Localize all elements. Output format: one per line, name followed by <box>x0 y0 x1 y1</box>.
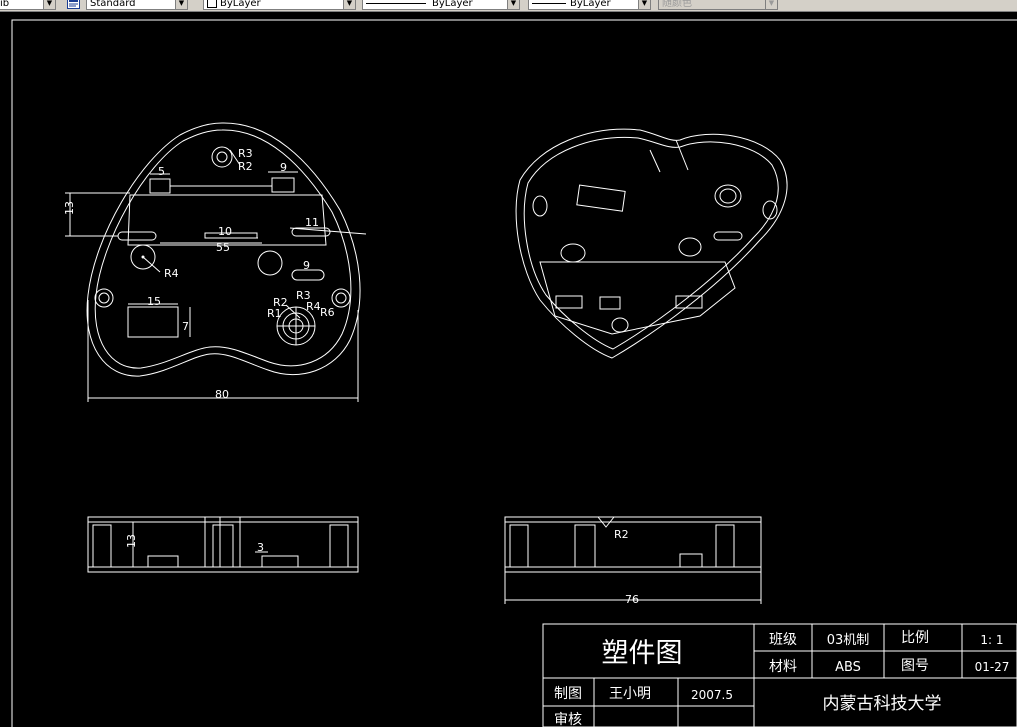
material-label: 材料 <box>769 659 797 675</box>
iso-speaker-outer <box>714 184 742 208</box>
drawn-by-label: 制图 <box>554 686 582 702</box>
hole-center-right <box>257 250 283 276</box>
label-recess <box>127 306 179 338</box>
label-9-top: 9 <box>280 161 287 174</box>
layer-dropdown[interactable]: ib ▼ <box>0 0 56 10</box>
chevron-down-icon: ▼ <box>765 0 777 9</box>
front-view-labels: 13 3 <box>125 534 264 554</box>
label-9-mid: 9 <box>303 259 310 272</box>
boss-left-inner <box>98 292 110 304</box>
label-side-r2: R2 <box>614 528 629 541</box>
drawing-title: 塑件图 <box>602 638 683 669</box>
iso-boss-bottom <box>611 317 629 333</box>
lineweight-preview <box>532 2 566 4</box>
iso-edge-b <box>649 149 661 173</box>
chevron-down-icon: ▼ <box>175 0 187 9</box>
iso-boss-left <box>532 195 548 217</box>
plot-style-dropdown: 随颜色 ▼ <box>658 0 778 10</box>
label-7: 7 <box>182 320 189 333</box>
chevron-down-icon: ▼ <box>343 0 355 9</box>
chevron-down-icon: ▼ <box>43 0 55 9</box>
text-style-icon[interactable] <box>67 0 80 9</box>
label-front-13: 13 <box>125 534 138 548</box>
layer-dropdown-value: ib <box>0 0 10 9</box>
label-r4: R4 <box>164 267 179 280</box>
front-wall-left <box>92 524 112 568</box>
isometric-view <box>515 128 788 359</box>
side-wall-left <box>509 524 529 568</box>
side-view <box>504 516 762 604</box>
iso-speaker-inner <box>719 188 737 204</box>
r4-leader <box>142 256 161 273</box>
checked-by-label: 审核 <box>554 712 582 727</box>
front-clip-right <box>261 555 299 568</box>
label-side-76: 76 <box>625 593 639 606</box>
boss-left-outer <box>94 288 114 308</box>
slot-left <box>117 231 157 241</box>
label-r6: R6 <box>320 306 335 319</box>
scale-label: 比例 <box>901 630 929 646</box>
label-11: 11 <box>305 216 319 229</box>
side-boss <box>574 524 596 568</box>
material-value: ABS <box>835 660 861 675</box>
label-15: 15 <box>147 295 161 308</box>
class-value: 03机制 <box>827 633 870 648</box>
class-label: 班级 <box>769 632 797 648</box>
label-5: 5 <box>158 165 165 178</box>
label-r1: R1 <box>267 307 282 320</box>
lineweight-value: ByLayer <box>570 0 611 9</box>
lineweight-dropdown[interactable]: ByLayer ▼ <box>528 0 651 10</box>
label-13: 13 <box>63 201 76 215</box>
chevron-down-icon: ▼ <box>507 0 519 9</box>
cad-drawing: R3 R2 9 5 13 10 55 11 R4 9 15 7 R2 R3 R4… <box>11 19 1017 727</box>
iso-clip-left <box>555 295 583 309</box>
front-wall-right <box>329 524 349 568</box>
label-r3: R3 <box>238 147 253 160</box>
label-r4b: R4 <box>306 300 321 313</box>
front-clip-left <box>147 555 179 568</box>
side-clip <box>679 553 703 568</box>
boss-right-inner <box>335 292 347 304</box>
iso-outer <box>515 128 788 359</box>
label-r2: R2 <box>238 160 253 173</box>
text-style-dropdown[interactable]: Standard ▼ <box>86 0 188 10</box>
iso-compartment <box>539 261 736 335</box>
color-dropdown[interactable]: ByLayer ▼ <box>203 0 356 10</box>
label-10: 10 <box>218 225 232 238</box>
iso-hole-right <box>678 237 702 257</box>
side-wall-right <box>715 524 735 568</box>
school-name: 内蒙古科技大学 <box>823 694 942 714</box>
iso-slot <box>713 231 743 241</box>
plot-style-value: 随颜色 <box>662 0 692 9</box>
iso-inner <box>523 136 779 350</box>
label-80: 80 <box>215 388 229 401</box>
drawing-no-value: 01-27 <box>975 660 1010 674</box>
clip-right <box>271 177 295 193</box>
iso-clip-center <box>599 296 621 310</box>
drawing-canvas[interactable]: R3 R2 9 5 13 10 55 11 R4 9 15 7 R2 R3 R4… <box>0 12 1017 727</box>
text-style-value: Standard <box>90 0 136 9</box>
drawing-frame <box>11 19 1017 727</box>
label-front-3: 3 <box>257 541 264 554</box>
clip-left <box>149 178 171 194</box>
top-view <box>65 122 367 402</box>
boss-top-outer <box>211 146 233 168</box>
date-value: 2007.5 <box>691 688 733 702</box>
front-boss <box>212 524 234 568</box>
drawing-no-label: 图号 <box>901 658 929 674</box>
label-55: 55 <box>216 241 230 254</box>
chevron-down-icon: ▼ <box>638 0 650 9</box>
properties-toolbar: ib ▼ Standard ▼ ByLayer ▼ ByLayer ▼ ByLa… <box>0 0 1017 12</box>
scale-value: 1: 1 <box>980 633 1003 647</box>
color-swatch <box>207 0 217 8</box>
drawn-by-value: 王小明 <box>609 686 651 702</box>
color-value: ByLayer <box>220 0 261 9</box>
linetype-dropdown[interactable]: ByLayer ▼ <box>362 0 520 10</box>
linetype-value: ByLayer <box>432 0 473 9</box>
iso-recess <box>576 184 626 212</box>
iso-hole-left <box>560 243 586 263</box>
boss-top-inner <box>216 151 228 163</box>
boss-right-outer <box>331 288 351 308</box>
linetype-preview <box>366 2 426 4</box>
